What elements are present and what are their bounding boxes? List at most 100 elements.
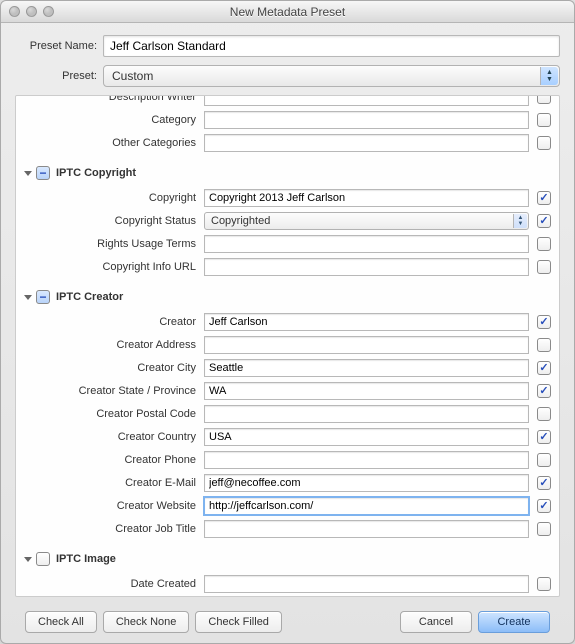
field-label: Creator Address <box>24 339 204 351</box>
field-row: Creator ✓ <box>24 311 551 332</box>
field-row: Creator Website ✓ <box>24 495 551 516</box>
preset-select-value: Custom <box>112 69 153 83</box>
field-label: Category <box>24 114 204 126</box>
field-checkbox[interactable]: ✓ <box>537 361 551 375</box>
field-row: Creator Address <box>24 334 551 355</box>
field-label: Copyright <box>24 192 204 204</box>
field-label: Creator E-Mail <box>24 477 204 489</box>
field-checkbox[interactable]: ✓ <box>537 214 551 228</box>
section-title: IPTC Creator <box>56 291 123 303</box>
field-label: Creator Postal Code <box>24 408 204 420</box>
field-select-value: Copyrighted <box>211 215 270 227</box>
fields-scroll-area[interactable]: Description Writer Category Other Categori… <box>15 95 560 597</box>
field-row: Creator Country ✓ <box>24 426 551 447</box>
field-checkbox[interactable] <box>537 453 551 467</box>
titlebar: New Metadata Preset <box>1 1 574 23</box>
section-header-copyright[interactable]: −IPTC Copyright <box>24 161 551 185</box>
field-checkbox[interactable]: ✓ <box>537 499 551 513</box>
preset-name-label: Preset Name: <box>15 40 103 52</box>
field-label: Description Writer <box>24 95 204 103</box>
field-checkbox[interactable] <box>537 237 551 251</box>
field-label: Copyright Info URL <box>24 261 204 273</box>
field-row: Rights Usage Terms <box>24 233 551 254</box>
field-row: Intellectual Genre <box>24 596 551 597</box>
field-input[interactable] <box>204 474 529 492</box>
field-label: Creator City <box>24 362 204 374</box>
field-label: Date Created <box>24 578 204 590</box>
cancel-button[interactable]: Cancel <box>400 611 472 633</box>
field-input[interactable] <box>204 497 529 515</box>
check-none-button[interactable]: Check None <box>103 611 190 633</box>
preset-label: Preset: <box>15 70 103 82</box>
field-label: Creator Country <box>24 431 204 443</box>
field-checkbox[interactable] <box>537 95 551 104</box>
field-row: Copyright ✓ <box>24 187 551 208</box>
field-checkbox[interactable]: ✓ <box>537 315 551 329</box>
field-row: Date Created <box>24 573 551 594</box>
field-checkbox[interactable] <box>537 338 551 352</box>
field-input[interactable] <box>204 451 529 469</box>
field-checkbox[interactable]: ✓ <box>537 191 551 205</box>
field-input[interactable] <box>204 575 529 593</box>
check-all-button[interactable]: Check All <box>25 611 97 633</box>
updown-icon: ▲▼ <box>513 214 527 228</box>
create-button[interactable]: Create <box>478 611 550 633</box>
field-select[interactable]: Copyrighted ▲▼ <box>204 212 529 230</box>
field-checkbox[interactable]: ✓ <box>537 384 551 398</box>
disclosure-triangle-icon[interactable] <box>24 557 32 562</box>
window-title: New Metadata Preset <box>1 5 574 19</box>
field-row: Creator City ✓ <box>24 357 551 378</box>
section-header-creator[interactable]: −IPTC Creator <box>24 285 551 309</box>
check-filled-button[interactable]: Check Filled <box>195 611 282 633</box>
preset-select[interactable]: Custom ▲▼ <box>103 65 560 87</box>
field-input[interactable] <box>204 313 529 331</box>
field-row: Creator E-Mail ✓ <box>24 472 551 493</box>
field-label: Creator <box>24 316 204 328</box>
field-input[interactable] <box>204 134 529 152</box>
section-title: IPTC Copyright <box>56 167 136 179</box>
field-input[interactable] <box>204 405 529 423</box>
field-input[interactable] <box>204 382 529 400</box>
disclosure-triangle-icon[interactable] <box>24 295 32 300</box>
field-label: Creator Job Title <box>24 523 204 535</box>
section-checkbox[interactable]: − <box>36 166 50 180</box>
field-checkbox[interactable]: ✓ <box>537 476 551 490</box>
footer: Check All Check None Check Filled Cancel… <box>15 605 560 643</box>
field-input[interactable] <box>204 359 529 377</box>
field-input[interactable] <box>204 111 529 129</box>
field-checkbox[interactable]: ✓ <box>537 430 551 444</box>
field-label: Copyright Status <box>24 215 204 227</box>
section-checkbox[interactable]: − <box>36 290 50 304</box>
field-input[interactable] <box>204 95 529 106</box>
field-checkbox[interactable] <box>537 136 551 150</box>
field-row: Creator Phone <box>24 449 551 470</box>
field-checkbox[interactable] <box>537 113 551 127</box>
field-input[interactable] <box>204 235 529 253</box>
new-metadata-preset-window: New Metadata Preset Preset Name: Preset:… <box>0 0 575 644</box>
field-label: Creator Website <box>24 500 204 512</box>
field-input[interactable] <box>204 428 529 446</box>
field-checkbox[interactable] <box>537 407 551 421</box>
field-label: Rights Usage Terms <box>24 238 204 250</box>
field-checkbox[interactable] <box>537 577 551 591</box>
field-label: Creator Phone <box>24 454 204 466</box>
field-row: Creator State / Province ✓ <box>24 380 551 401</box>
field-row: Creator Postal Code <box>24 403 551 424</box>
field-label: Creator State / Province <box>24 385 204 397</box>
field-input[interactable] <box>204 189 529 207</box>
field-input[interactable] <box>204 258 529 276</box>
field-row: Copyright Status Copyrighted ▲▼ ✓ <box>24 210 551 231</box>
field-input[interactable] <box>204 520 529 538</box>
section-header-image[interactable]: IPTC Image <box>24 547 551 571</box>
field-row: Description Writer <box>24 95 551 107</box>
field-label: Other Categories <box>24 137 204 149</box>
field-input[interactable] <box>204 336 529 354</box>
section-title: IPTC Image <box>56 553 116 565</box>
field-checkbox[interactable] <box>537 522 551 536</box>
field-row: Category <box>24 109 551 130</box>
preset-name-input[interactable] <box>103 35 560 57</box>
field-row: Copyright Info URL <box>24 256 551 277</box>
field-checkbox[interactable] <box>537 260 551 274</box>
section-checkbox[interactable] <box>36 552 50 566</box>
disclosure-triangle-icon[interactable] <box>24 171 32 176</box>
